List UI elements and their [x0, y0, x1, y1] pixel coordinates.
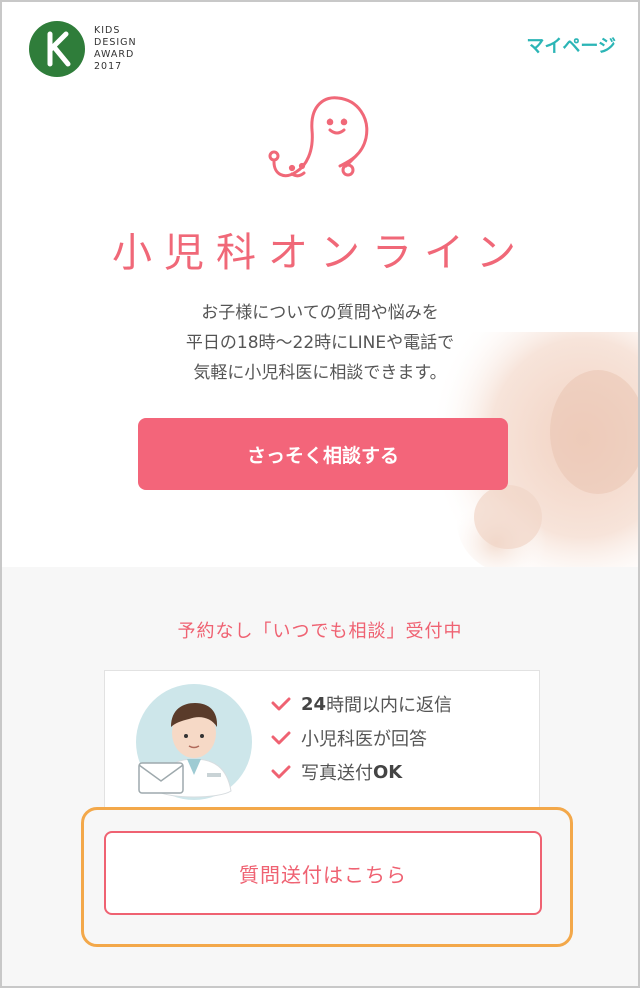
lead-line: お子様についての質問や悩みを [201, 303, 439, 323]
award-line: AWARD [94, 49, 135, 60]
mypage-link[interactable]: マイページ [526, 32, 616, 58]
award-line: KIDS [94, 25, 121, 36]
award-line: DESIGN [94, 37, 137, 48]
doctor-illustration-icon [136, 684, 252, 800]
feature-item-photo: 写真送付 OK [271, 755, 452, 789]
feature-list: 24 時間以内に返信 小児科医が回答 写真送付 OK [271, 687, 452, 789]
feature-item-reply: 24 時間以内に返信 [271, 687, 452, 721]
section-subtitle: 予約なし「いつでも相談」受付中 [177, 621, 463, 642]
feature-strong: OK [373, 761, 403, 783]
kids-design-award-logo-icon [29, 21, 85, 77]
kids-design-award-badge: KIDS DESIGN AWARD 2017 [28, 20, 137, 78]
lead-line: 気軽に小児科医に相談できます。 [193, 363, 447, 383]
check-icon [271, 697, 291, 711]
lead-text: お子様についての質問や悩みを 平日の18時〜22時にLINEや電話で 気軽に小児… [2, 298, 638, 388]
lead-line: 平日の18時〜22時にLINEや電話で [185, 333, 455, 353]
brand-title: 小児科オンライン [112, 230, 528, 276]
check-icon [271, 765, 291, 779]
mascot-logo-icon [268, 96, 369, 178]
check-icon [271, 731, 291, 745]
award-line: 2017 [94, 61, 123, 72]
feature-strong: 24 [301, 693, 327, 715]
page-frame: KIDS DESIGN AWARD 2017 マイページ 小児科オンライン お子… [0, 0, 640, 988]
feature-item-answer: 小児科医が回答 [271, 721, 452, 755]
feature-text: 写真送付 [301, 763, 373, 784]
feature-text: 小児科医が回答 [301, 729, 427, 750]
send-question-button[interactable]: 質問送付はこちら [104, 831, 542, 915]
feature-card: 24 時間以内に返信 小児科医が回答 写真送付 OK [104, 670, 540, 808]
feature-text: 時間以内に返信 [326, 695, 453, 716]
consult-anytime-section: 予約なし「いつでも相談」受付中 24 時間以内に返信 小児科医が回答 写真送付 … [2, 567, 638, 986]
award-text: KIDS DESIGN AWARD 2017 [94, 25, 137, 73]
consult-now-button[interactable]: さっそく相談する [138, 418, 508, 490]
